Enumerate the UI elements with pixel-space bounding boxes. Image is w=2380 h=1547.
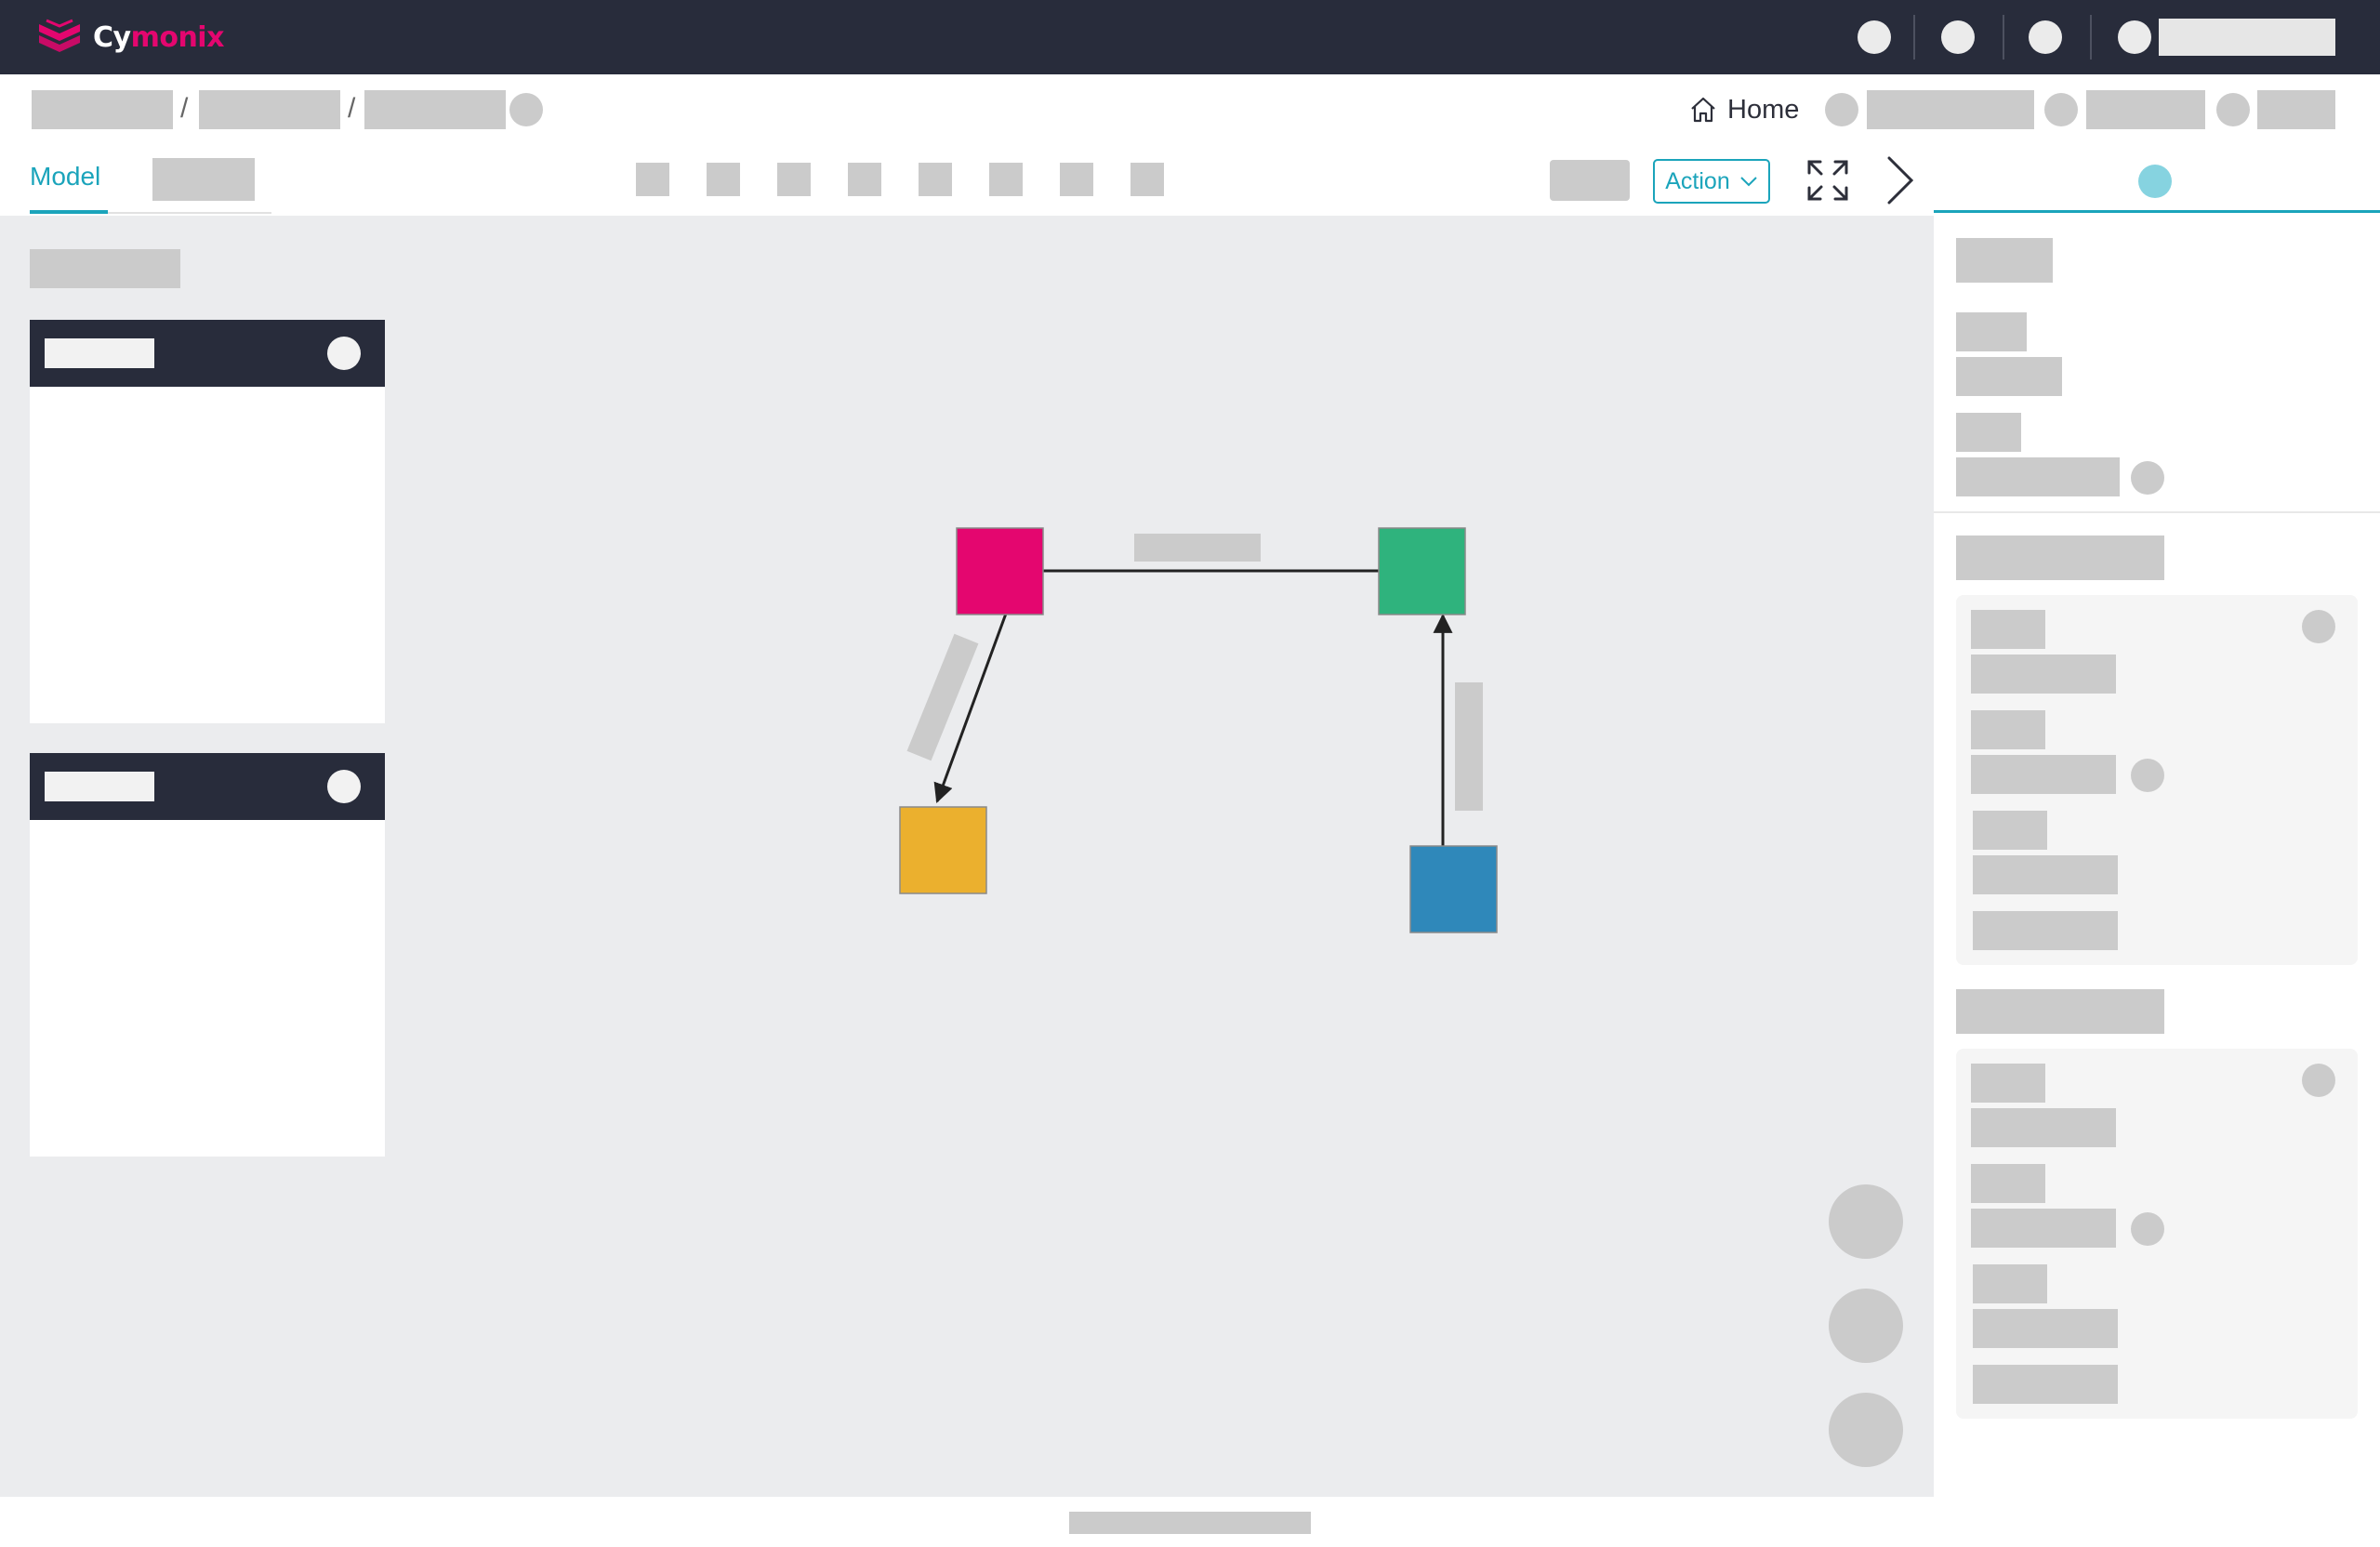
properties-divider [1934, 511, 2380, 513]
card-1-value-3 [1973, 855, 2118, 894]
help-icon[interactable] [1941, 20, 1975, 54]
card-2-value-1 [1971, 1108, 2116, 1147]
card-1-value-1 [1971, 654, 2116, 694]
edge-label-pink-green[interactable] [1134, 534, 1261, 562]
node-green[interactable] [1378, 527, 1466, 615]
header-link-2[interactable] [2086, 90, 2205, 129]
property-value-2 [1956, 457, 2120, 496]
property-label-2 [1956, 413, 2021, 452]
card-1-menu-icon[interactable] [2302, 610, 2335, 643]
fit-view-button[interactable] [1829, 1393, 1903, 1467]
zoom-out-button[interactable] [1829, 1289, 1903, 1363]
header-action-icon[interactable] [2216, 93, 2250, 126]
edge-label-blue-green[interactable] [1455, 682, 1483, 811]
card-1-label-3 [1973, 811, 2047, 850]
header-action-icon[interactable] [2044, 93, 2078, 126]
card-1-info-icon[interactable] [2131, 759, 2164, 792]
card-1-label-1 [1971, 610, 2045, 649]
node-yellow[interactable] [899, 806, 987, 894]
properties-tab-indicator [1934, 210, 2380, 213]
properties-title [1956, 238, 2053, 283]
model-diagram [899, 527, 1498, 933]
footer-placeholder [1069, 1512, 1311, 1534]
card-1-value-4 [1973, 911, 2118, 950]
properties-tab-icon[interactable] [2138, 165, 2172, 198]
property-value-1 [1956, 357, 2062, 396]
card-2-value-4 [1973, 1365, 2118, 1404]
card-2-info-icon[interactable] [2131, 1212, 2164, 1246]
node-pink[interactable] [956, 527, 1044, 615]
card-2-value-2 [1971, 1209, 2116, 1248]
settings-icon[interactable] [2029, 20, 2062, 54]
property-label-1 [1956, 312, 2027, 351]
user-avatar-icon[interactable] [2118, 20, 2151, 54]
section-1-card [1956, 595, 2358, 965]
topbar-divider [2090, 15, 2092, 60]
card-2-label-2 [1971, 1164, 2045, 1203]
card-2-menu-icon[interactable] [2302, 1064, 2335, 1097]
section-1-title [1956, 536, 2164, 580]
property-info-icon[interactable] [2131, 461, 2164, 495]
topbar-divider [2003, 15, 2004, 60]
card-1-label-2 [1971, 710, 2045, 749]
section-2-title [1956, 989, 2164, 1034]
node-blue[interactable] [1409, 845, 1498, 933]
edge-label-pink-yellow[interactable] [906, 633, 979, 761]
user-name-placeholder[interactable] [2159, 19, 2335, 56]
zoom-in-button[interactable] [1829, 1184, 1903, 1259]
card-2-label-1 [1971, 1064, 2045, 1103]
header-link-3[interactable] [2257, 90, 2335, 129]
card-2-value-3 [1973, 1309, 2118, 1348]
section-2-card [1956, 1049, 2358, 1419]
card-1-value-2 [1971, 755, 2116, 794]
card-2-label-3 [1973, 1264, 2047, 1303]
